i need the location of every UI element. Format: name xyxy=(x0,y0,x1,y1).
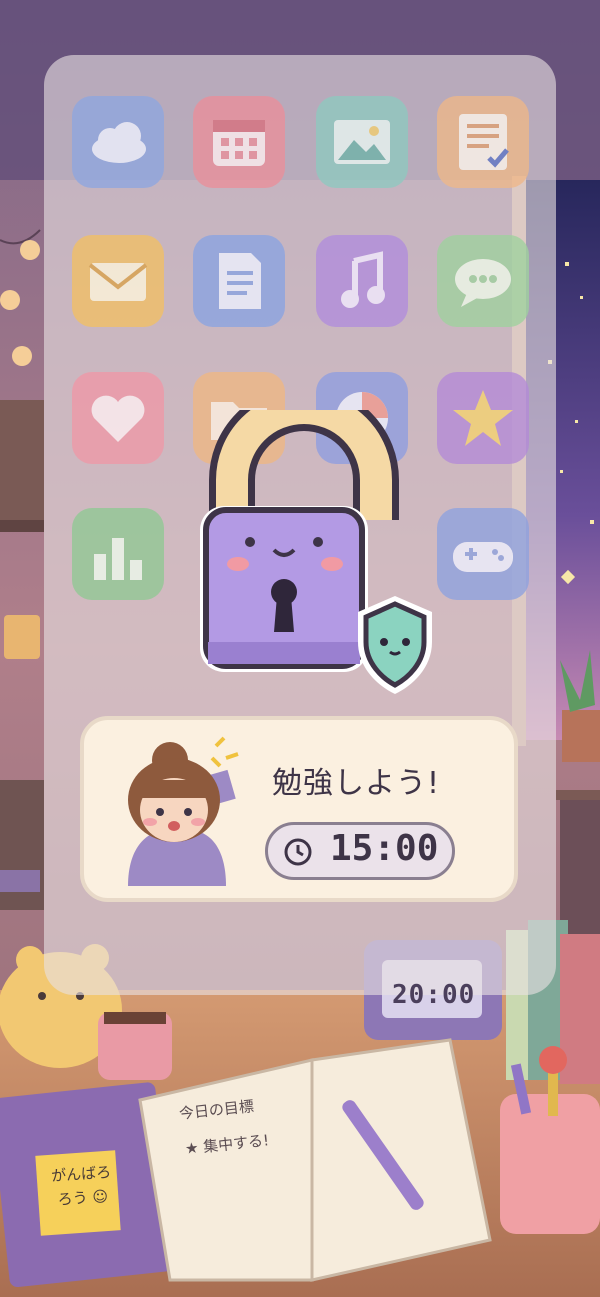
app-favorites[interactable] xyxy=(437,372,529,464)
cloud-icon xyxy=(72,96,164,188)
photo-icon xyxy=(316,96,408,188)
star-icon xyxy=(437,372,529,464)
heart-icon xyxy=(72,372,164,464)
app-stats[interactable] xyxy=(72,508,164,600)
app-games[interactable] xyxy=(437,508,529,600)
clock-icon xyxy=(284,838,312,866)
app-photos[interactable] xyxy=(316,96,408,188)
app-documents[interactable] xyxy=(193,235,285,327)
app-cloud[interactable] xyxy=(72,96,164,188)
app-messages[interactable] xyxy=(437,235,529,327)
timer-value: 15:00 xyxy=(330,828,439,869)
study-girl-avatar xyxy=(128,736,239,886)
notes-check-icon xyxy=(437,96,529,188)
app-mail[interactable] xyxy=(72,235,164,327)
app-music[interactable] xyxy=(316,235,408,327)
shield-icon xyxy=(358,596,432,694)
app-notes[interactable] xyxy=(437,96,529,188)
app-health[interactable] xyxy=(72,372,164,464)
gamepad-icon xyxy=(437,508,529,600)
app-calendar[interactable] xyxy=(193,96,285,188)
music-icon xyxy=(316,235,408,327)
sticky-note-text: がんばろろう ☺ xyxy=(50,1162,112,1209)
document-icon xyxy=(193,235,285,327)
app-lock-indicator xyxy=(190,410,440,710)
chat-icon xyxy=(437,235,529,327)
calendar-icon xyxy=(193,96,285,188)
desk-clock-display: 20:00 xyxy=(392,980,476,1010)
mail-icon xyxy=(72,235,164,327)
bar-chart-icon xyxy=(72,508,164,600)
study-title: 勉強しよう! xyxy=(272,766,441,801)
